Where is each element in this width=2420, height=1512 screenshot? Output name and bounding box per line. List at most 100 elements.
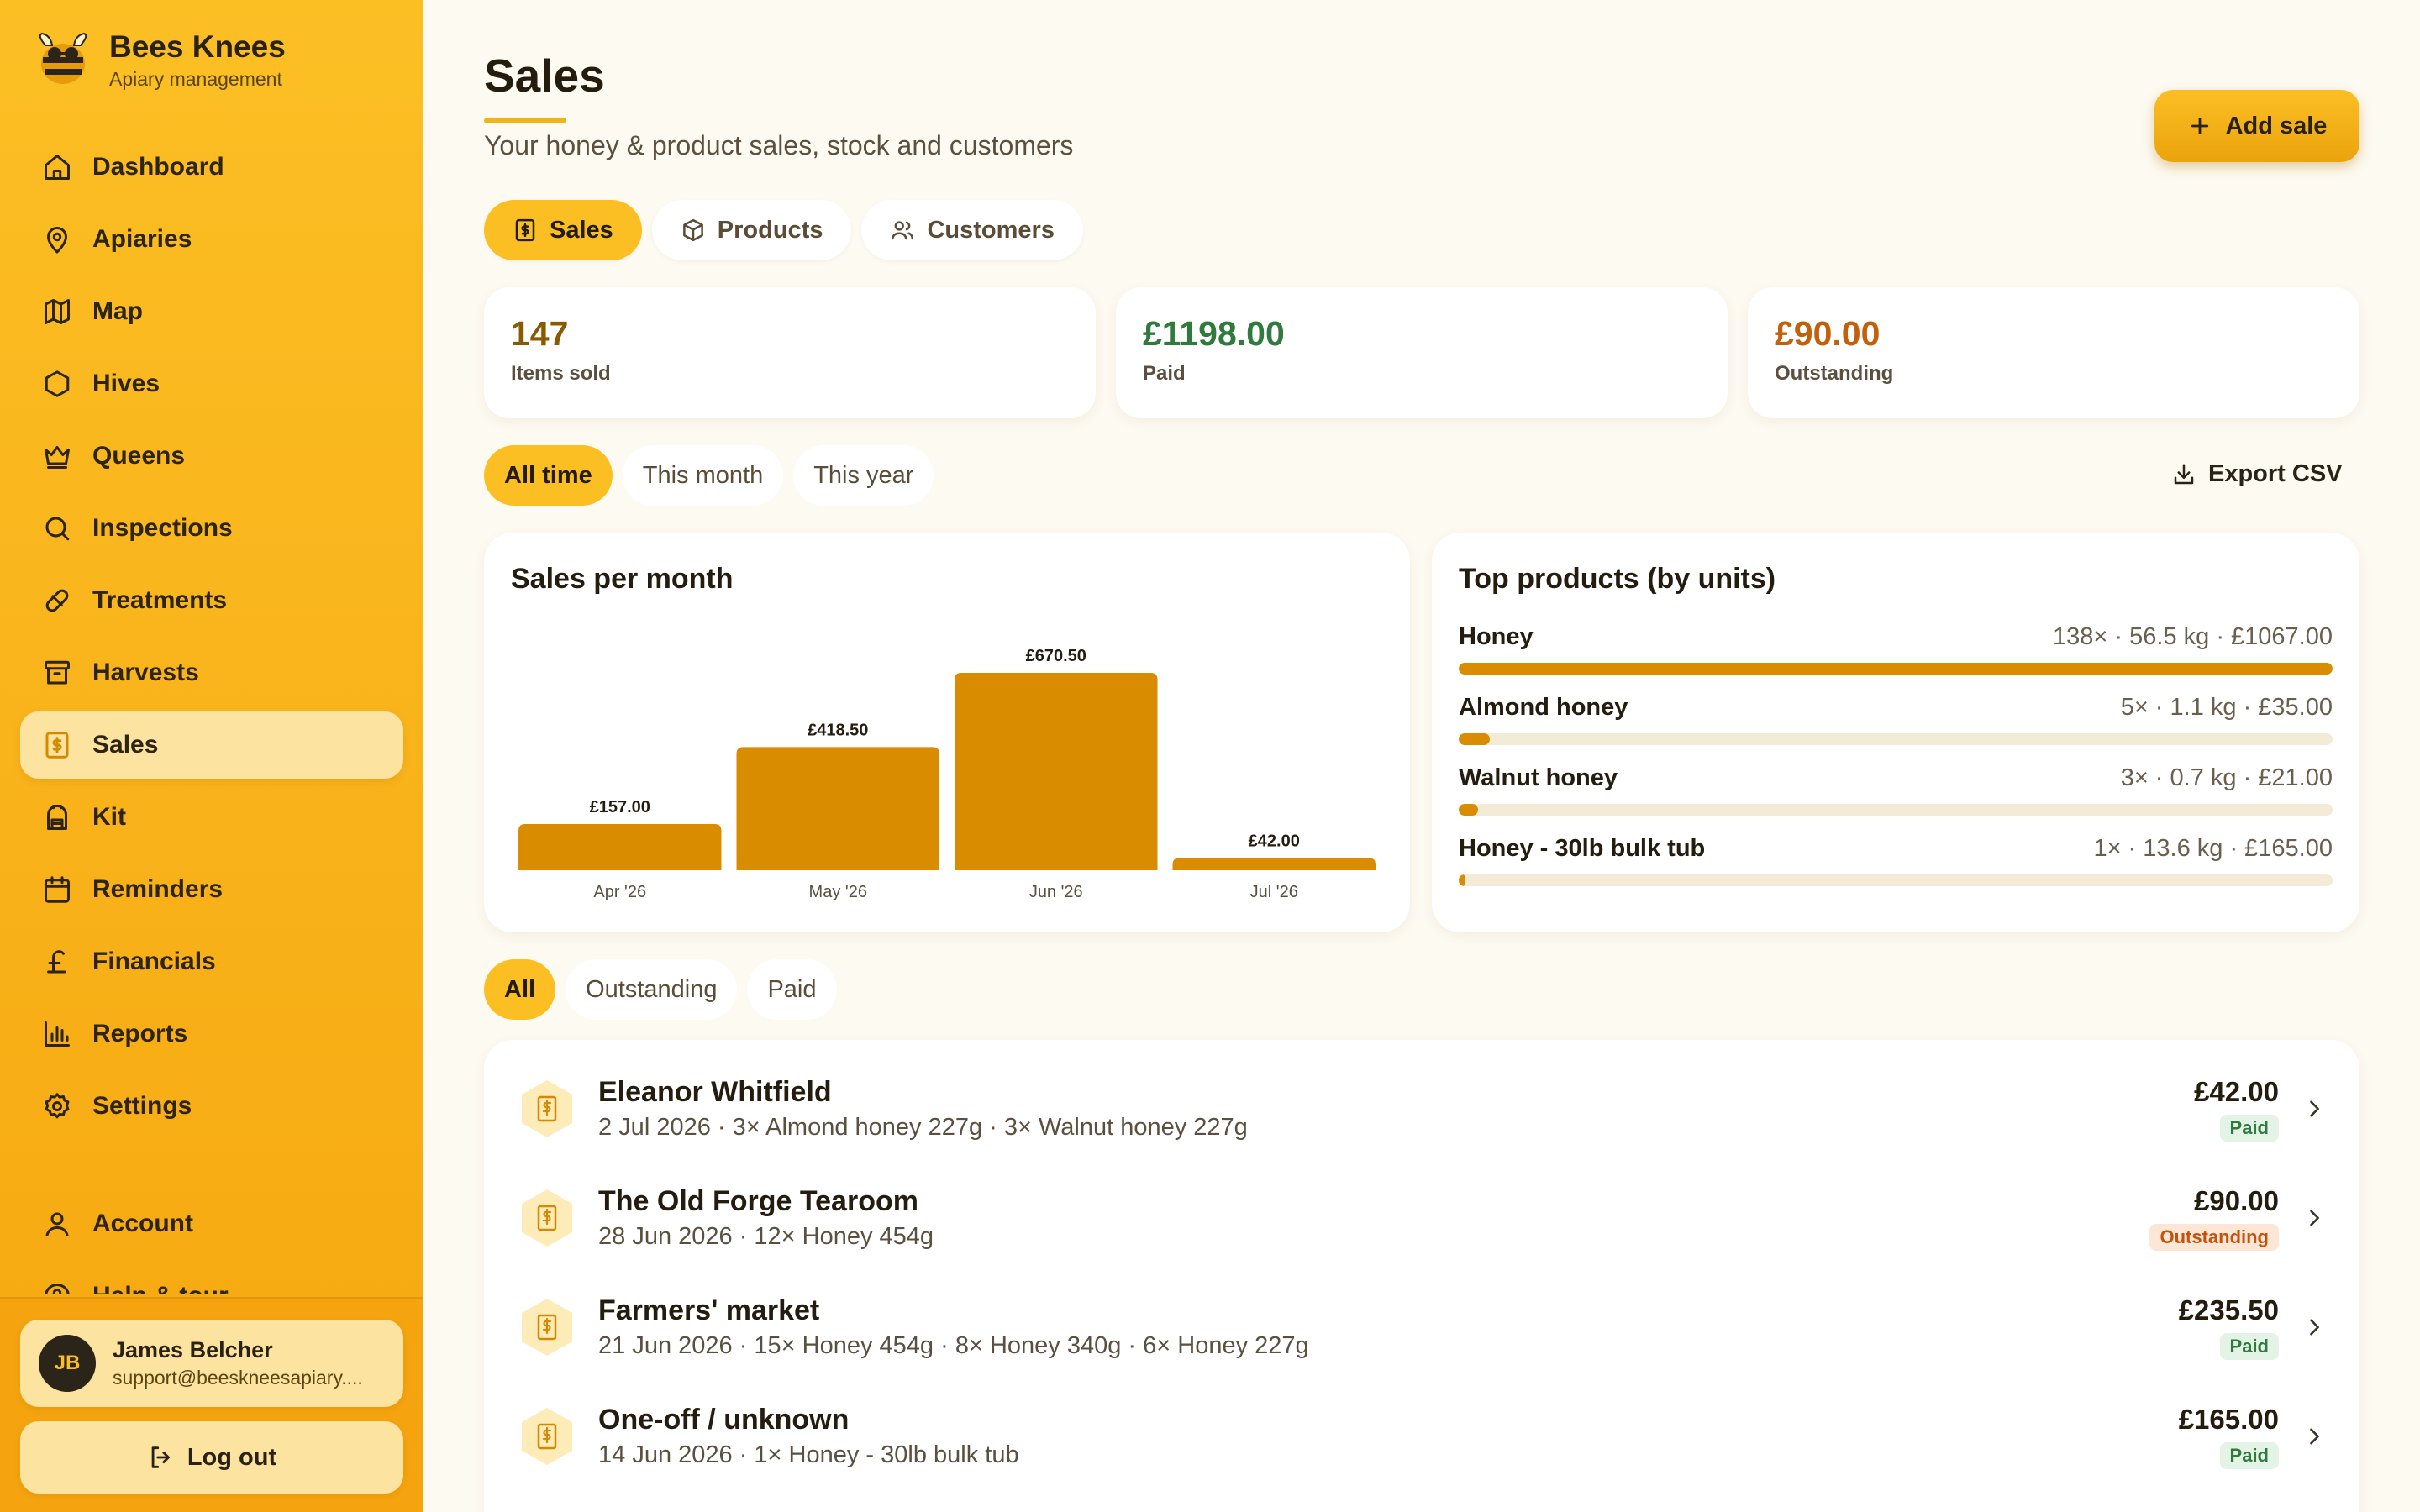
stat-value: 147	[511, 314, 569, 353]
status-badge: Paid	[2219, 1442, 2279, 1469]
sidebar-item-inspections[interactable]: Inspections	[20, 495, 403, 562]
top-products-title: Top products (by units)	[1459, 563, 1776, 595]
sidebar-item-kit[interactable]: Kit	[20, 784, 403, 851]
sidebar-item-account[interactable]: Account	[20, 1190, 403, 1257]
status-badge: Paid	[2219, 1115, 2279, 1142]
product-row: Honey - 30lb bulk tub 1× · 13.6 kg · £16…	[1459, 835, 2333, 906]
list-item[interactable]: The Old Forge Tearoom 28 Jun 2026 · 12× …	[484, 1163, 2360, 1273]
sale-description: 21 Jun 2026 · 15× Honey 454g · 8× Honey …	[598, 1332, 1309, 1359]
sidebar-item-label: Settings	[92, 1092, 192, 1120]
sidebar-item-help[interactable]: Help & tour	[20, 1263, 403, 1294]
sale-amount: £90.00	[2194, 1185, 2279, 1216]
sidebar: Bees Knees Apiary management Dashboard A…	[0, 0, 424, 1512]
sidebar-item-harvests[interactable]: Harvests	[20, 639, 403, 706]
sidebar-item-settings[interactable]: Settings	[20, 1073, 403, 1140]
product-row: Almond honey 5× · 1.1 kg · £35.00	[1459, 694, 2333, 764]
filter-all[interactable]: All	[484, 959, 556, 1020]
sidebar-item-queens[interactable]: Queens	[20, 423, 403, 490]
gear-icon	[45, 1093, 70, 1119]
sidebar-item-apiaries[interactable]: Apiaries	[20, 206, 403, 273]
chevron-right-icon	[2310, 1100, 2319, 1117]
customer-name: One-off / unknown	[598, 1404, 850, 1436]
customer-name: Farmers' market	[598, 1294, 820, 1326]
pound-icon	[47, 950, 66, 974]
customer-name: Eleanor Whitfield	[598, 1076, 832, 1108]
sidebar-item-label: Help & tour	[92, 1282, 229, 1294]
bee-logo-icon	[39, 32, 87, 84]
add-sale-button[interactable]: Add sale	[2154, 90, 2360, 162]
pill-icon	[45, 589, 69, 612]
stat-items-sold: 147 Items sold	[484, 287, 1096, 418]
product-row: Walnut honey 3× · 0.7 kg · £21.00	[1459, 764, 2333, 835]
sale-description: 2 Jul 2026 · 3× Almond honey 227g · 3× W…	[598, 1114, 1248, 1141]
filter-paid[interactable]: Paid	[747, 959, 837, 1020]
tab-sales[interactable]: Sales	[484, 200, 642, 260]
x-tick-label: Apr '26	[593, 883, 646, 901]
sidebar-item-label: Reports	[92, 1020, 188, 1047]
bar-value-label: £418.50	[808, 721, 868, 739]
stat-outstanding: £90.00 Outstanding	[1748, 287, 2360, 418]
logout-button[interactable]: Log out	[20, 1421, 403, 1494]
bar-chart-icon	[45, 1021, 70, 1047]
export-csv-label: Export CSV	[2208, 460, 2343, 487]
logout-icon	[151, 1446, 170, 1468]
tab-products[interactable]: Products	[651, 200, 852, 260]
status-filter: All Outstanding Paid	[484, 959, 847, 1020]
title-underline	[484, 118, 566, 123]
sidebar-item-hives[interactable]: Hives	[20, 350, 403, 417]
sidebar-item-label: Harvests	[92, 659, 199, 686]
stats-row: 147 Items sold £1198.00 Paid £90.00 Outs…	[484, 287, 2360, 418]
sidebar-nav: Dashboard Apiaries Map Hives Queens Insp…	[20, 134, 403, 1145]
list-item[interactable]: Farmers' market 21 Jun 2026 · 15× Honey …	[484, 1273, 2360, 1382]
user-card[interactable]: JB James Belcher support@beesknees­apiar…	[20, 1320, 403, 1407]
chart-bar	[1172, 858, 1376, 870]
list-item[interactable]: Eleanor Whitfield 2 Jul 2026 · 3× Almond…	[484, 1054, 2360, 1163]
user-email: support@beesknees­apiary....	[113, 1367, 363, 1389]
help-icon	[45, 1284, 70, 1294]
period-this-year[interactable]: This year	[793, 445, 934, 506]
filter-outstanding[interactable]: Outstanding	[566, 959, 738, 1020]
sidebar-item-label: Sales	[92, 731, 159, 759]
sidebar-item-map[interactable]: Map	[20, 278, 403, 345]
product-bar-fill	[1459, 874, 1466, 886]
sale-amount: £42.00	[2194, 1076, 2279, 1107]
product-bar-track	[1459, 804, 2333, 816]
sidebar-item-treatments[interactable]: Treatments	[20, 567, 403, 634]
receipt-hex-icon	[522, 1189, 572, 1247]
sidebar-item-reports[interactable]: Reports	[20, 1000, 403, 1068]
export-csv-button[interactable]: Export CSV	[2171, 460, 2343, 488]
stat-label: Items sold	[511, 362, 611, 385]
period-all-time[interactable]: All time	[484, 445, 613, 506]
page-title: Sales	[484, 50, 605, 102]
plus-icon	[2191, 117, 2208, 135]
list-item[interactable]: One-off / unknown 14 Jun 2026 · 1× Honey…	[484, 1382, 2360, 1491]
crown-icon	[45, 446, 70, 469]
chart-bar	[518, 823, 722, 870]
tab-customers[interactable]: Customers	[861, 200, 1083, 260]
product-name: Almond honey	[1459, 694, 1628, 721]
calendar-icon	[45, 876, 70, 903]
sale-description: 14 Jun 2026 · 1× Honey - 30lb bulk tub	[598, 1441, 1019, 1468]
product-name: Honey	[1459, 623, 1534, 650]
sidebar-item-dashboard[interactable]: Dashboard	[20, 134, 403, 201]
status-badge: Outstanding	[2149, 1224, 2279, 1251]
product-bar-track	[1459, 733, 2333, 745]
brand-name: Bees Knees	[109, 29, 286, 64]
bar-value-label: £670.50	[1026, 647, 1086, 665]
sidebar-item-sales[interactable]: Sales	[20, 711, 403, 779]
users-icon	[892, 221, 914, 240]
sale-amount: £235.50	[2178, 1294, 2279, 1326]
stat-value: £1198.00	[1143, 314, 1285, 353]
sidebar-item-reminders[interactable]: Reminders	[20, 856, 403, 923]
sidebar-item-financials[interactable]: Financials	[20, 928, 403, 995]
receipt-hex-icon	[522, 1299, 572, 1356]
chevron-right-icon	[2310, 1210, 2319, 1226]
brand-subtitle: Apiary management	[109, 68, 282, 90]
period-this-month[interactable]: This month	[622, 445, 784, 506]
product-meta: 1× · 13.6 kg · £165.00	[2093, 835, 2333, 862]
map-pin-icon	[47, 227, 67, 254]
x-tick-label: May '26	[809, 883, 867, 901]
brand[interactable]: Bees Knees Apiary management	[34, 29, 286, 91]
search-icon	[45, 517, 70, 541]
customer-name: The Old Forge Tearoom	[598, 1185, 918, 1217]
